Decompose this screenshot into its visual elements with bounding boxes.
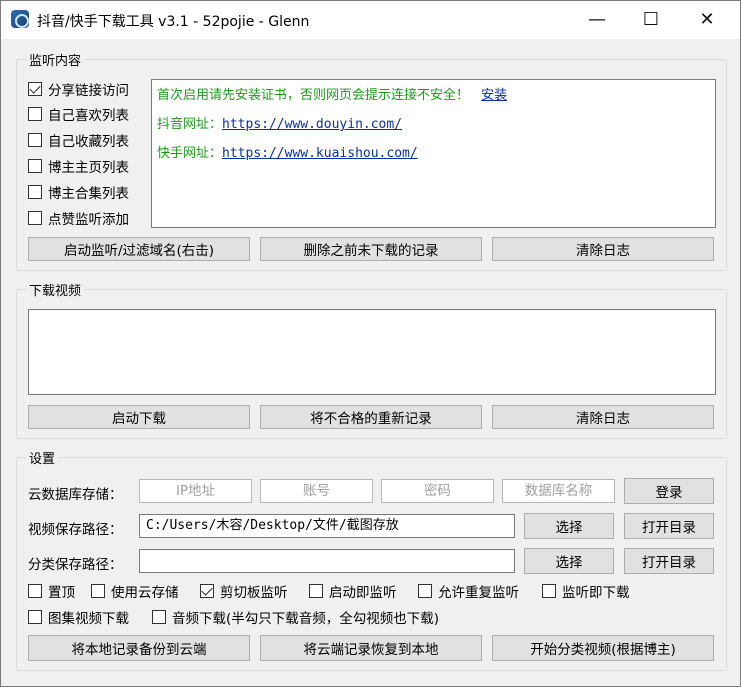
rerecord-failed-button[interactable]: 将不合格的重新记录	[260, 405, 482, 429]
checkbox-label: 分享链接访问	[48, 83, 129, 99]
window-title: 抖音/快手下载工具 v3.1 - 52pojie - Glenn	[37, 14, 310, 30]
checkbox-box[interactable]	[28, 185, 42, 199]
checkbox-allow-duplicate[interactable]: 允许重复监听	[418, 582, 519, 601]
download-legend: 下载视频	[26, 280, 85, 299]
checkbox-label: 启动即监听	[329, 585, 397, 601]
start-download-button[interactable]: 启动下载	[28, 405, 250, 429]
checkbox-box[interactable]	[28, 133, 42, 147]
password-field[interactable]: 密码	[381, 479, 494, 503]
checkbox-box[interactable]	[91, 584, 105, 598]
kuaishou-label: 快手网址：	[157, 146, 223, 161]
maximize-button[interactable]: ☐	[628, 1, 674, 39]
category-path-label: 分类保存路径：	[28, 557, 123, 573]
app-logo-icon	[11, 10, 29, 28]
classify-videos-button[interactable]: 开始分类视频(根据博主)	[492, 635, 714, 661]
checkbox-label: 剪切板监听	[220, 585, 288, 601]
restore-from-cloud-button[interactable]: 将云端记录恢复到本地	[260, 635, 482, 661]
install-link[interactable]: 安装	[481, 88, 507, 103]
checkbox-my-favorites[interactable]: 自己收藏列表	[28, 131, 129, 150]
checkbox-use-cloud-storage[interactable]: 使用云存储	[91, 582, 179, 601]
title-bar[interactable]: 抖音/快手下载工具 v3.1 - 52pojie - Glenn — ☐ ✕	[1, 1, 740, 39]
checkbox-label: 图集视频下载	[48, 611, 129, 627]
db-name-field[interactable]: 数据库名称	[502, 479, 615, 503]
account-field[interactable]: 账号	[260, 479, 373, 503]
log-line-notice: 首次启用请先安装证书，否则网页会提示连接不安全！ 安装	[157, 84, 507, 103]
checkbox-label: 置顶	[48, 585, 75, 601]
checkbox-box[interactable]	[152, 610, 166, 624]
minimize-button[interactable]: —	[574, 1, 620, 39]
kuaishou-url-link[interactable]: https://www.kuaishou.com/	[222, 146, 418, 161]
checkbox-box[interactable]	[28, 610, 42, 624]
checkbox-blogger-homepage[interactable]: 博主主页列表	[28, 157, 129, 176]
clear-download-log-button[interactable]: 清除日志	[492, 405, 714, 429]
start-monitor-button[interactable]: 启动监听/过滤域名(右击)	[28, 237, 250, 261]
checkbox-box[interactable]	[309, 584, 323, 598]
checkbox-label: 自己喜欢列表	[48, 108, 129, 124]
log-line-douyin: 抖音网址：https://www.douyin.com/	[157, 113, 402, 132]
checkbox-label: 允许重复监听	[438, 585, 519, 601]
checkbox-box[interactable]	[542, 584, 556, 598]
category-path-field[interactable]	[139, 549, 515, 573]
clear-monitor-log-button[interactable]: 清除日志	[492, 237, 714, 261]
checkbox-audio-download[interactable]: 音频下载(半勾只下载音频，全勾视频也下载)	[152, 608, 440, 627]
douyin-url-link[interactable]: https://www.douyin.com/	[222, 117, 402, 132]
install-notice: 首次启用请先安装证书，否则网页会提示连接不安全！	[157, 88, 470, 103]
checkbox-my-likes[interactable]: 自己喜欢列表	[28, 105, 129, 124]
choose-category-path-button[interactable]: 选择	[524, 548, 614, 574]
settings-legend: 设置	[26, 448, 59, 467]
checkbox-box[interactable]	[200, 584, 214, 598]
checkbox-box[interactable]	[28, 107, 42, 121]
checkbox-box[interactable]	[28, 584, 42, 598]
checkbox-label: 博主主页列表	[48, 160, 129, 176]
checkbox-box[interactable]	[28, 211, 42, 225]
backup-to-cloud-button[interactable]: 将本地记录备份到云端	[28, 635, 250, 661]
choose-video-path-button[interactable]: 选择	[524, 513, 614, 539]
delete-undownloaded-button[interactable]: 删除之前未下载的记录	[260, 237, 482, 261]
checkbox-blogger-collection[interactable]: 博主合集列表	[28, 183, 129, 202]
app-window: 抖音/快手下载工具 v3.1 - 52pojie - Glenn — ☐ ✕ 监…	[0, 0, 741, 687]
open-video-dir-button[interactable]: 打开目录	[624, 513, 714, 539]
video-path-field[interactable]: C:/Users/木容/Desktop/文件/截图存放	[139, 514, 515, 538]
checkbox-clipboard-monitor[interactable]: 剪切板监听	[200, 582, 288, 601]
checkbox-box[interactable]	[28, 159, 42, 173]
checkbox-label: 监听即下载	[562, 585, 630, 601]
checkbox-always-on-top[interactable]: 置顶	[28, 582, 75, 601]
checkbox-label: 自己收藏列表	[48, 134, 129, 150]
checkbox-label: 点赞监听添加	[48, 212, 129, 228]
cloud-db-label: 云数据库存储：	[28, 487, 123, 503]
checkbox-gallery-download[interactable]: 图集视频下载	[28, 608, 129, 627]
checkbox-like-monitor[interactable]: 点赞监听添加	[28, 209, 129, 228]
ip-address-field[interactable]: IP地址	[139, 479, 252, 503]
close-button[interactable]: ✕	[684, 1, 730, 39]
checkbox-share-link[interactable]: 分享链接访问	[28, 80, 129, 99]
monitor-log[interactable]: 首次启用请先安装证书，否则网页会提示连接不安全！ 安装 抖音网址：https:/…	[151, 79, 716, 228]
open-category-dir-button[interactable]: 打开目录	[624, 548, 714, 574]
checkbox-box[interactable]	[28, 82, 42, 96]
douyin-label: 抖音网址：	[157, 117, 223, 132]
download-log[interactable]	[28, 309, 716, 395]
checkbox-label: 使用云存储	[111, 585, 179, 601]
checkbox-monitor-on-start[interactable]: 启动即监听	[309, 582, 397, 601]
checkbox-download-on-monitor[interactable]: 监听即下载	[542, 582, 630, 601]
monitor-legend: 监听内容	[26, 50, 85, 69]
checkbox-box[interactable]	[418, 584, 432, 598]
log-line-kuaishou: 快手网址：https://www.kuaishou.com/	[157, 142, 418, 161]
checkbox-label: 博主合集列表	[48, 186, 129, 202]
login-button[interactable]: 登录	[624, 478, 714, 504]
checkbox-label: 音频下载(半勾只下载音频，全勾视频也下载)	[172, 611, 440, 627]
video-path-label: 视频保存路径：	[28, 522, 123, 538]
